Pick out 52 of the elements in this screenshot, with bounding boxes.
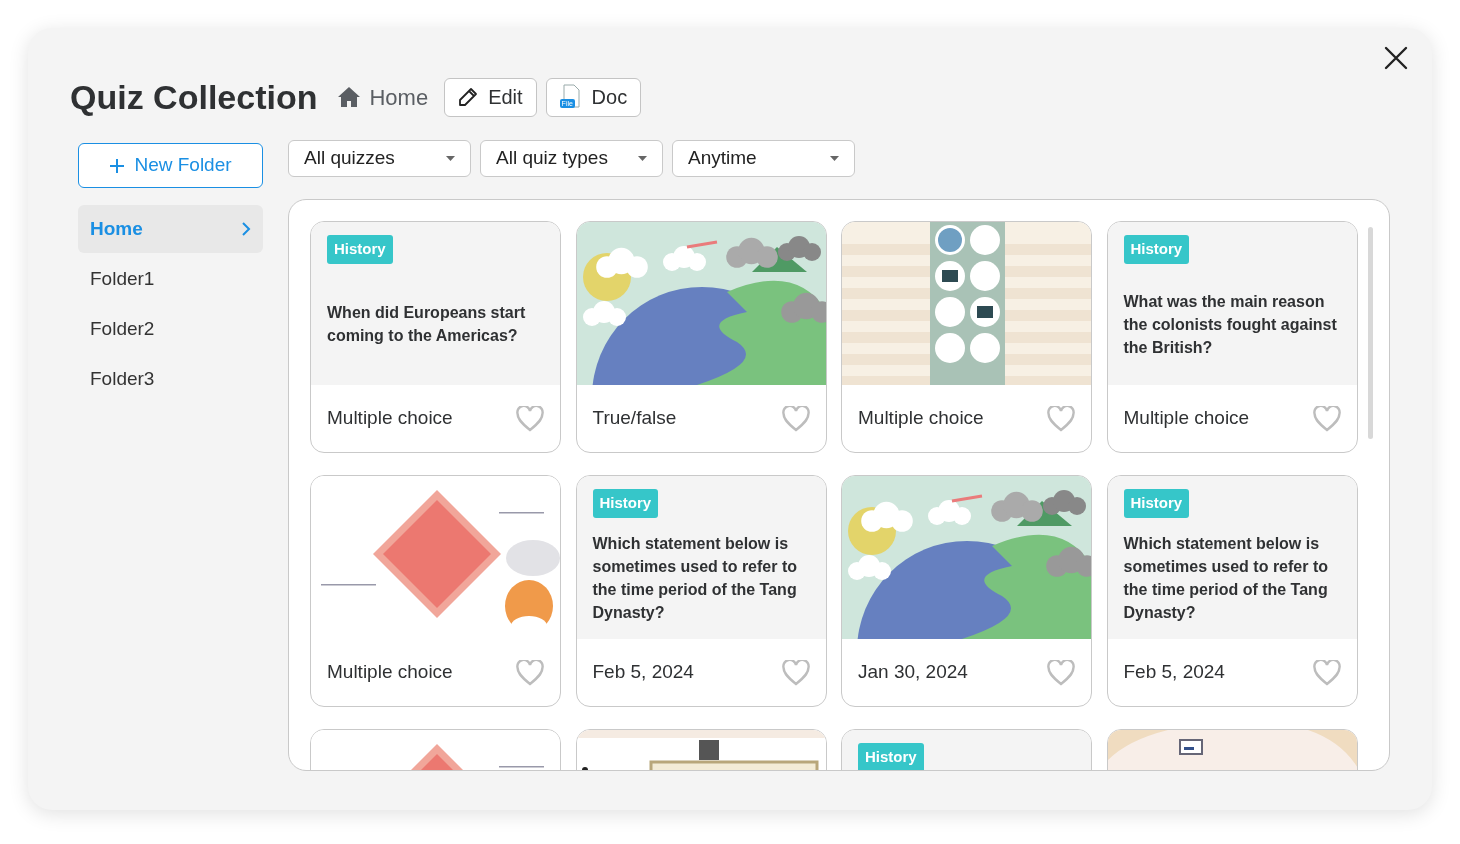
heart-icon[interactable] [1047,659,1075,686]
caret-icon [638,156,647,161]
quiz-meta: Feb 5, 2024 [1123,660,1225,685]
quiz-card[interactable]: History What was the main reason the colonists fought against the British? Multiple choice [1106,221,1358,453]
heart-icon[interactable] [781,659,810,686]
quiz-card[interactable]: True/false [575,221,827,453]
question-text: Which statement below is sometimes used to refer to the time period of the Tang Dynasty? [592,534,798,624]
scrollbar[interactable] [1368,227,1373,439]
edit-button[interactable]: Edit [444,77,537,117]
quiz-meta: True/false [592,406,677,431]
question-text: When did Europeans start coming to the Americas? [327,303,527,347]
quiz-card[interactable]: Multiple choice [841,221,1092,453]
subject-tag: History [1123,489,1190,518]
chevron-right-icon [241,222,251,236]
folder-item[interactable]: Folder3 [78,355,263,403]
new-folder-button[interactable]: New Folder [78,143,263,188]
filter-dropdown[interactable]: Anytime [672,140,855,177]
quiz-card[interactable]: History Which statement below is sometimes used to refer to the time period of the Tang Dynasty? Feb 5, 2024 [1106,475,1358,707]
plus-icon [109,157,126,174]
heart-icon[interactable] [516,659,544,686]
filter-dropdown[interactable]: All quizzes [288,140,471,177]
quiz-card[interactable]: Multiple choice [310,475,561,707]
dialog-title: Quiz Collection [70,80,318,114]
quiz-card[interactable]: Jan 30, 2024 [841,475,1092,707]
folder-item[interactable]: Folder2 [78,305,263,353]
pencil-icon [458,87,479,107]
home-icon [337,86,362,108]
quiz-meta: Multiple choice [858,406,984,431]
folder-item[interactable]: Folder1 [78,255,263,303]
question-text: Which statement below is sometimes used to refer to the time period of the Tang Dynasty? [1123,534,1329,624]
heart-icon[interactable] [781,405,810,432]
heart-icon[interactable] [1047,405,1075,432]
subject-tag: History [592,489,659,518]
quiz-meta: Feb 5, 2024 [592,660,694,685]
heart-icon[interactable] [1312,405,1341,432]
quiz-card[interactable]: History When did Europeans start coming to the Americas? Multiple choice [310,221,561,453]
question-text: What was the main reason the colonists fought against the British? [1123,291,1338,358]
quiz-meta: Multiple choice [1123,406,1250,431]
filter-dropdown[interactable]: All quiz types [480,140,663,177]
subject-tag: History [327,235,393,264]
quiz-meta: Multiple choice [327,660,453,685]
close-button[interactable] [1382,44,1410,72]
subject-tag: History [858,743,924,770]
heart-icon[interactable] [516,405,544,432]
quiz-card[interactable]: History Which statement below is sometimes used to refer to the time period of the Tang Dynasty? Feb 5, 2024 [575,475,827,707]
quiz-meta: Jan 30, 2024 [858,660,968,685]
quiz-meta: Multiple choice [327,406,453,431]
caret-icon [830,156,839,161]
breadcrumb[interactable]: Home [369,80,429,114]
subject-tag: History [1123,235,1190,264]
caret-icon [446,156,455,161]
heart-icon[interactable] [1312,659,1341,686]
